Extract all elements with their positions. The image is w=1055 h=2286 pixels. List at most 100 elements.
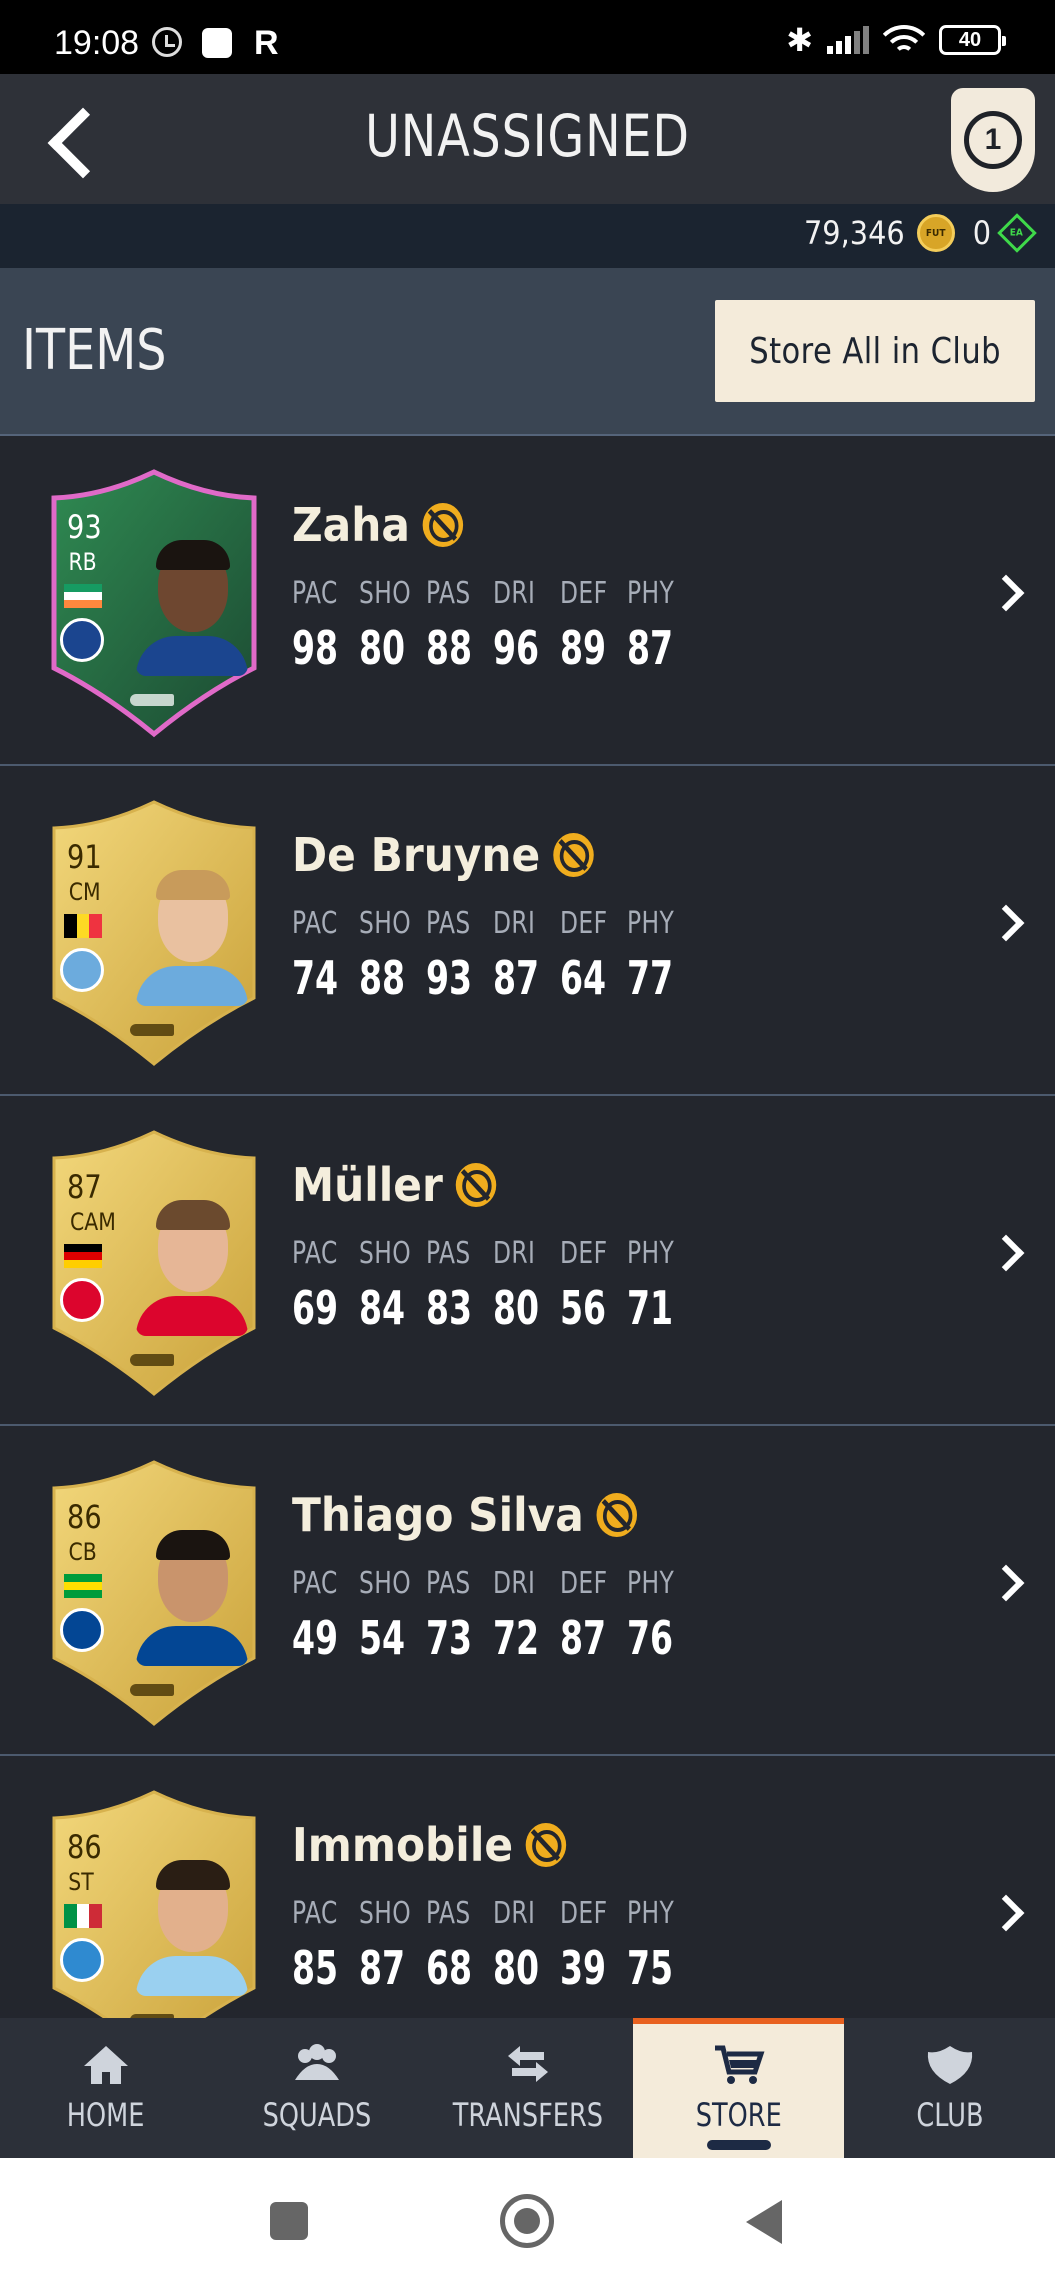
stat-label: DRI bbox=[493, 576, 536, 611]
stat-column: PAC 74 bbox=[292, 906, 359, 1005]
player-card[interactable]: 91 CM bbox=[44, 798, 264, 1068]
transfers-icon bbox=[498, 2040, 558, 2088]
untradeable-icon bbox=[422, 503, 464, 547]
stat-label: PHY bbox=[627, 1236, 675, 1271]
stat-column: PAC 49 bbox=[292, 1566, 359, 1665]
items-title: ITEMS bbox=[22, 318, 167, 383]
player-name-line: De Bruyne bbox=[292, 828, 594, 882]
points-value: 0 bbox=[972, 214, 991, 252]
stat-value: 89 bbox=[560, 621, 607, 675]
nav-tab-home[interactable]: HOME bbox=[0, 2018, 211, 2158]
stat-column: PAC 98 bbox=[292, 576, 359, 675]
nav-tab-club[interactable]: CLUB bbox=[844, 2018, 1055, 2158]
stat-column: SHO 84 bbox=[359, 1236, 426, 1335]
card-position: ST bbox=[68, 1868, 94, 1896]
stat-value: 74 bbox=[292, 951, 339, 1005]
player-stats: PAC 49 SHO 54 PAS 73 DRI 72 DEF 87 PHY 7… bbox=[292, 1566, 694, 1665]
player-row[interactable]: 87 CAM Müller PAC 69 SHO 84 PAS 83 DRI 8… bbox=[0, 1096, 1055, 1426]
items-section-header: ITEMS Store All in Club bbox=[0, 268, 1055, 436]
nation-flag-icon bbox=[64, 584, 102, 608]
stat-label: SHO bbox=[359, 1896, 412, 1931]
recents-button[interactable] bbox=[270, 2202, 308, 2240]
chevron-right-icon[interactable] bbox=[987, 574, 1025, 612]
player-card[interactable]: 93 RB bbox=[44, 468, 264, 738]
stat-value: 64 bbox=[560, 951, 607, 1005]
untradeable-icon bbox=[525, 1823, 567, 1867]
nation-flag-icon bbox=[64, 914, 103, 938]
stat-column: PHY 77 bbox=[627, 906, 694, 1005]
stat-label: DEF bbox=[560, 1236, 608, 1271]
stat-label: DEF bbox=[560, 1896, 608, 1931]
card-rating: 86 bbox=[67, 1498, 102, 1536]
boot-icon bbox=[130, 1684, 174, 1696]
player-photo bbox=[136, 1196, 248, 1336]
stat-label: PAC bbox=[292, 576, 338, 611]
status-time: 19:08 bbox=[54, 24, 140, 62]
store-all-label: Store All in Club bbox=[749, 330, 1001, 372]
player-card[interactable]: 86 CB bbox=[44, 1458, 264, 1728]
stat-column: SHO 54 bbox=[359, 1566, 426, 1665]
stat-label: PAS bbox=[426, 906, 471, 941]
bluetooth-icon: ✱ bbox=[786, 22, 813, 58]
stat-value: 69 bbox=[292, 1281, 339, 1335]
stat-label: PHY bbox=[627, 576, 675, 611]
stat-label: PHY bbox=[627, 1896, 675, 1931]
stat-column: DEF 56 bbox=[560, 1236, 627, 1335]
stat-label: SHO bbox=[359, 1566, 412, 1601]
stat-column: DRI 96 bbox=[493, 576, 560, 675]
untradeable-icon bbox=[455, 1163, 497, 1207]
stat-label: DRI bbox=[493, 1896, 536, 1931]
club-badge-icon bbox=[60, 618, 104, 662]
nav-tab-transfers[interactable]: TRANSFERS bbox=[422, 2018, 633, 2158]
stat-value: 73 bbox=[426, 1611, 473, 1665]
player-name: De Bruyne bbox=[292, 828, 541, 882]
nav-tab-squads[interactable]: SQUADS bbox=[211, 2018, 422, 2158]
wifi-icon bbox=[883, 25, 925, 55]
system-back-button[interactable] bbox=[746, 2200, 782, 2244]
stat-value: 88 bbox=[426, 621, 473, 675]
stat-column: SHO 80 bbox=[359, 576, 426, 675]
chevron-right-icon[interactable] bbox=[987, 1894, 1025, 1932]
chevron-right-icon[interactable] bbox=[987, 1564, 1025, 1602]
boot-icon bbox=[130, 694, 174, 706]
player-row[interactable]: 86 CB Thiago Silva PAC 49 SHO 54 PAS 73 … bbox=[0, 1426, 1055, 1756]
nation-flag-icon bbox=[64, 1244, 102, 1268]
chevron-right-icon[interactable] bbox=[987, 1234, 1025, 1272]
signal-icon bbox=[827, 26, 869, 54]
player-row[interactable]: 93 RB Zaha PAC 98 SHO 80 PAS 88 DRI 96 D… bbox=[0, 436, 1055, 766]
player-name-line: Thiago Silva bbox=[292, 1488, 638, 1542]
untradeable-icon bbox=[553, 833, 594, 877]
player-row[interactable]: 86 ST Immobile PAC 85 SHO 87 PAS 68 DRI … bbox=[0, 1756, 1055, 2018]
player-row[interactable]: 91 CM De Bruyne PAC 74 SHO 88 PAS 93 DRI… bbox=[0, 766, 1055, 1096]
objectives-icon: 1 bbox=[964, 111, 1022, 169]
stat-column: PAS 68 bbox=[426, 1896, 493, 1995]
stat-column: DRI 87 bbox=[493, 906, 560, 1005]
objectives-button[interactable]: 1 bbox=[951, 88, 1035, 192]
chevron-right-icon[interactable] bbox=[987, 904, 1025, 942]
system-nav-bar bbox=[0, 2158, 1055, 2286]
stat-column: SHO 87 bbox=[359, 1896, 426, 1995]
currency-bar: 79,346 FUT 0 EA bbox=[0, 204, 1055, 268]
nav-tab-store[interactable]: STORE bbox=[633, 2018, 844, 2158]
nav-label: TRANSFERS bbox=[452, 2096, 603, 2134]
player-card[interactable]: 86 ST bbox=[44, 1788, 264, 2018]
store-all-button[interactable]: Store All in Club bbox=[715, 300, 1035, 402]
player-card[interactable]: 87 CAM bbox=[44, 1128, 264, 1398]
stat-value: 98 bbox=[292, 621, 339, 675]
club-badge-icon bbox=[60, 1608, 104, 1652]
stat-column: PAC 69 bbox=[292, 1236, 359, 1335]
home-button[interactable] bbox=[500, 2194, 554, 2248]
player-photo bbox=[136, 1526, 248, 1666]
notification-icon bbox=[202, 28, 232, 58]
player-photo bbox=[136, 536, 248, 676]
alarm-icon bbox=[152, 27, 182, 57]
stat-value: 80 bbox=[493, 1941, 540, 1995]
card-rating: 87 bbox=[67, 1168, 102, 1206]
page-title: UNASSIGNED bbox=[365, 102, 690, 170]
status-bar: 19:08 R ✱ 40 bbox=[0, 0, 1055, 74]
stat-column: PAS 88 bbox=[426, 576, 493, 675]
nav-label: HOME bbox=[66, 2096, 145, 2134]
stat-value: 39 bbox=[560, 1941, 607, 1995]
stat-value: 54 bbox=[359, 1611, 406, 1665]
player-stats: PAC 74 SHO 88 PAS 93 DRI 87 DEF 64 PHY 7… bbox=[292, 906, 694, 1005]
